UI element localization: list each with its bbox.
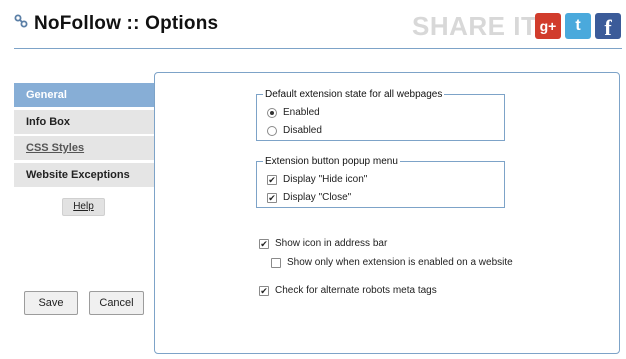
alt-robots-label: Check for alternate robots meta tags bbox=[275, 285, 437, 296]
header-divider bbox=[14, 48, 622, 49]
link-icon bbox=[14, 14, 28, 28]
options-panel: Default extension state for all webpages… bbox=[154, 72, 620, 354]
sidebar-item-css-styles[interactable]: CSS Styles bbox=[14, 136, 154, 160]
sidebar-item-info-box[interactable]: Info Box bbox=[14, 109, 154, 134]
enabled-label: Enabled bbox=[283, 107, 320, 118]
disabled-option[interactable]: Disabled bbox=[267, 125, 322, 136]
enabled-option[interactable]: Enabled bbox=[267, 107, 320, 118]
close-label: Display "Close" bbox=[283, 192, 352, 203]
google-plus-icon[interactable]: g+ bbox=[535, 13, 561, 39]
alt-robots-option[interactable]: ✔ Check for alternate robots meta tags bbox=[259, 285, 437, 296]
cancel-button[interactable]: Cancel bbox=[89, 291, 144, 315]
twitter-icon[interactable]: t bbox=[565, 13, 591, 39]
show-icon-label: Show icon in address bar bbox=[275, 238, 388, 249]
disabled-label: Disabled bbox=[283, 125, 322, 136]
show-only-enabled-option[interactable]: Show only when extension is enabled on a… bbox=[271, 257, 513, 268]
show-icon-option[interactable]: ✔ Show icon in address bar bbox=[259, 238, 387, 249]
show-only-enabled-label: Show only when extension is enabled on a… bbox=[287, 257, 513, 268]
share-it-label: SHARE IT bbox=[412, 11, 538, 41]
page-title: NoFollow :: Options bbox=[34, 13, 219, 34]
hide-icon-label: Display "Hide icon" bbox=[283, 174, 368, 185]
sidebar-nav: General Info Box CSS Styles Website Exce… bbox=[14, 83, 154, 189]
hide-icon-checkbox[interactable]: ✔ bbox=[267, 174, 277, 185]
show-only-enabled-checkbox[interactable] bbox=[271, 257, 281, 268]
disabled-radio[interactable] bbox=[267, 125, 277, 136]
help-button[interactable]: Help bbox=[62, 198, 105, 216]
header: NoFollow :: Options SHARE IT g+ t f bbox=[0, 0, 626, 50]
close-checkbox[interactable]: ✔ bbox=[267, 192, 277, 203]
close-option[interactable]: ✔ Display "Close" bbox=[267, 192, 351, 203]
popup-menu-legend: Extension button popup menu bbox=[265, 156, 398, 167]
hide-icon-option[interactable]: ✔ Display "Hide icon" bbox=[267, 174, 367, 185]
sidebar-item-general[interactable]: General bbox=[14, 83, 154, 107]
alt-robots-checkbox[interactable]: ✔ bbox=[259, 285, 269, 296]
sidebar-item-website-exceptions[interactable]: Website Exceptions bbox=[14, 162, 154, 187]
show-icon-checkbox[interactable]: ✔ bbox=[259, 238, 269, 249]
default-state-legend: Default extension state for all webpages bbox=[265, 89, 443, 100]
facebook-icon[interactable]: f bbox=[595, 13, 621, 40]
enabled-radio[interactable] bbox=[267, 107, 277, 118]
save-button[interactable]: Save bbox=[24, 291, 78, 315]
